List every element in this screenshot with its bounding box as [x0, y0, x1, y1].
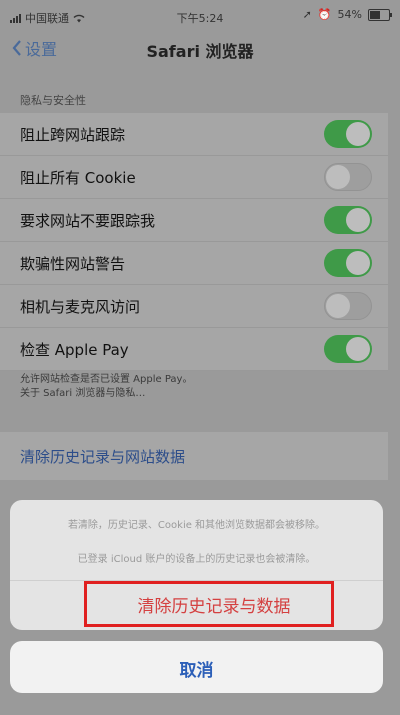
sheet-message: 若清除，历史记录、Cookie 和其他浏览数据都会被移除。 — [67, 520, 326, 531]
clear-history-label: 清除历史记录与网站数据 — [20, 448, 186, 466]
screen: 中国联通 下午5:24 ➚ ⏰ 54% 设置 Safari 浏览器 隐私与安全性… — [0, 0, 400, 715]
footer-text: 允许网站检查是否已设置 Apple Pay。 — [20, 374, 193, 385]
list-item: 阻止跨网站跟踪 — [0, 113, 388, 156]
toggle-switch[interactable] — [324, 120, 372, 148]
privacy-link[interactable]: 关于 Safari 浏览器与隐私… — [20, 387, 192, 401]
alarm-icon: ⏰ — [317, 8, 332, 21]
list-item: 检查 Apple Pay — [0, 328, 388, 371]
row-label: 相机与麦克风访问 — [20, 298, 141, 316]
highlight-annotation — [84, 581, 334, 627]
toggle-knob — [346, 122, 370, 146]
list-item: 欺骗性网站警告 — [0, 242, 388, 285]
row-label: 检查 Apple Pay — [20, 341, 129, 359]
row-label: 阻止所有 Cookie — [20, 169, 136, 187]
toggle-switch[interactable] — [324, 335, 372, 363]
list-item: 要求网站不要跟踪我 — [0, 199, 388, 242]
toggle-switch[interactable] — [324, 249, 372, 277]
cancel-button[interactable]: 取消 — [10, 641, 383, 693]
battery-icon — [368, 8, 392, 21]
row-label: 阻止跨网站跟踪 — [20, 126, 126, 144]
toggle-knob — [326, 165, 350, 189]
toggle-switch[interactable] — [324, 292, 372, 320]
row-label: 欺骗性网站警告 — [20, 255, 126, 273]
sheet-message: 已登录 iCloud 账户的设备上的历史记录也会被清除。 — [77, 554, 316, 565]
toggle-knob — [346, 337, 370, 361]
section-header-privacy: 隐私与安全性 — [20, 94, 86, 107]
toggle-knob — [346, 251, 370, 275]
status-right: ➚ ⏰ 54% — [302, 8, 392, 21]
toggle-knob — [326, 294, 350, 318]
list-item: 阻止所有 Cookie — [0, 156, 388, 199]
clear-history-row[interactable]: 清除历史记录与网站数据 — [0, 432, 388, 480]
location-icon: ➚ — [302, 8, 312, 21]
privacy-footer: 允许网站检查是否已设置 Apple Pay。 关于 Safari 浏览器与隐私… — [20, 373, 192, 401]
cancel-label: 取消 — [179, 661, 214, 681]
toggle-switch[interactable] — [324, 163, 372, 191]
toggle-switch[interactable] — [324, 206, 372, 234]
list-item: 相机与麦克风访问 — [0, 285, 388, 328]
row-label: 要求网站不要跟踪我 — [20, 212, 156, 230]
nav-bar: 设置 Safari 浏览器 — [0, 28, 400, 68]
page-title: Safari 浏览器 — [146, 42, 254, 61]
privacy-list: 阻止跨网站跟踪 阻止所有 Cookie 要求网站不要跟踪我 欺骗性网站警告 相机… — [0, 113, 388, 371]
toggle-knob — [346, 208, 370, 232]
battery-percent: 54% — [337, 8, 362, 21]
